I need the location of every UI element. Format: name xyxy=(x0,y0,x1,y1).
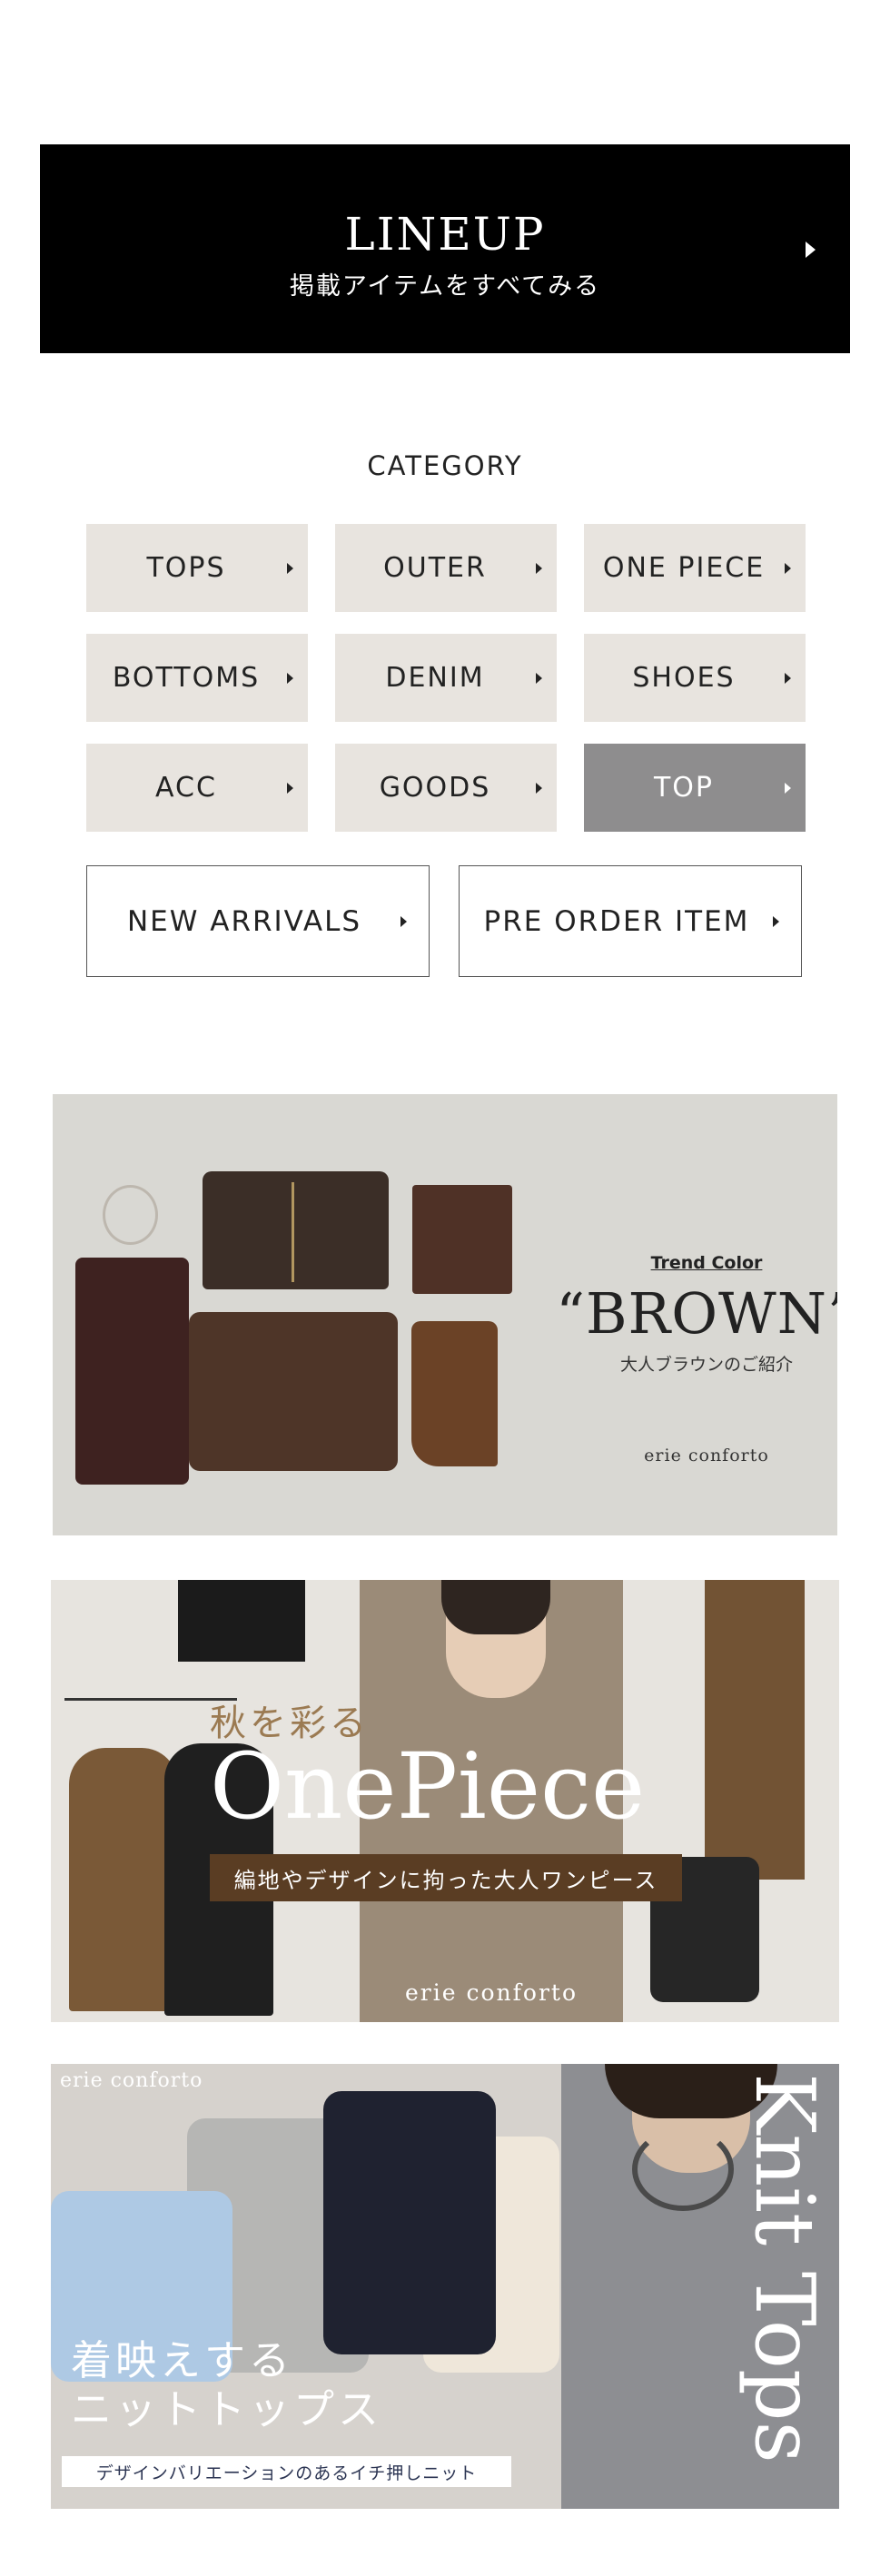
model-hair xyxy=(441,1580,550,1634)
brown-dress-image xyxy=(69,1748,178,2011)
category-one-piece-button[interactable]: ONE PIECE xyxy=(584,524,806,612)
category-label: SHOES xyxy=(632,662,736,694)
category-label: ACC xyxy=(155,772,217,804)
category-label: OUTER xyxy=(383,552,487,584)
lineup-subtitle: 掲載アイテムをすべてみる xyxy=(289,272,601,301)
knit-headline-line1: 着映えする xyxy=(71,2336,294,2384)
skirt-model-image xyxy=(705,1580,805,1880)
arrow-right-icon xyxy=(785,673,791,684)
leather-jacket-image xyxy=(203,1171,389,1289)
arrow-right-icon xyxy=(287,783,293,794)
category-top-button[interactable]: TOP xyxy=(584,744,806,832)
arrow-right-icon xyxy=(773,916,779,927)
boot-image xyxy=(411,1321,498,1466)
brand-name: erie conforto xyxy=(405,1979,578,2006)
category-label: DENIM xyxy=(385,662,485,694)
knit-tops-banner[interactable]: erie conforto 着映えする ニットトップス デザインバリエーションの… xyxy=(51,2064,839,2509)
onepiece-banner[interactable]: 秋を彩る OnePiece 編地やデザインに拘った大人ワンピース erie co… xyxy=(51,1580,839,2022)
brown-subline: 大人ブラウンのご紹介 xyxy=(619,1355,793,1375)
lineup-banner[interactable]: LINEUP 掲載アイテムをすべてみる xyxy=(40,144,850,353)
category-label: TOPS xyxy=(146,552,226,584)
onepiece-headline: OnePiece xyxy=(210,1733,646,1840)
arrow-right-icon xyxy=(806,242,816,258)
arrow-right-icon xyxy=(536,673,542,684)
category-bottoms-button[interactable]: BOTTOMS xyxy=(86,634,308,722)
knit-tops-title-text: Knit Tops xyxy=(737,2073,832,2463)
shorts-image xyxy=(412,1185,512,1294)
category-label: BOTTOMS xyxy=(112,662,261,694)
velvet-pants-image xyxy=(75,1258,189,1485)
category-heading: CATEGORY xyxy=(367,450,523,481)
onepiece-tagline: 編地やデザインに拘った大人ワンピース xyxy=(210,1854,682,1901)
brand-name: erie conforto xyxy=(644,1446,769,1466)
category-grid: TOPS OUTER ONE PIECE BOTTOMS DENIM SHOES… xyxy=(86,524,806,832)
skirt-image xyxy=(178,1580,305,1662)
knit-subline: デザインバリエーションのあるイチ押しニット xyxy=(62,2456,511,2487)
arrow-right-icon xyxy=(536,563,542,574)
brand-name: erie conforto xyxy=(60,2069,203,2092)
arrow-right-icon xyxy=(287,673,293,684)
arrow-right-icon xyxy=(287,563,293,574)
category-label: TOP xyxy=(653,772,715,804)
category-label: ONE PIECE xyxy=(602,552,766,584)
arrow-right-icon xyxy=(785,783,791,794)
knit-headline: 着映えする ニットトップス xyxy=(71,2336,382,2434)
new-arrivals-button[interactable]: NEW ARRIVALS xyxy=(86,865,430,977)
category-tops-button[interactable]: TOPS xyxy=(86,524,308,612)
arrow-right-icon xyxy=(536,783,542,794)
knit-headline-line2: ニットトップス xyxy=(71,2385,383,2433)
knit-tops-vertical-title: Knit Tops xyxy=(734,2073,834,2509)
pre-order-item-button[interactable]: PRE ORDER ITEM xyxy=(459,865,802,977)
category-acc-button[interactable]: ACC xyxy=(86,744,308,832)
category-label: GOODS xyxy=(379,772,491,804)
category-denim-button[interactable]: DENIM xyxy=(335,634,557,722)
arrow-right-icon xyxy=(400,916,407,927)
necklace-image xyxy=(632,2127,734,2211)
category-outer-button[interactable]: OUTER xyxy=(335,524,557,612)
pre-order-item-label: PRE ORDER ITEM xyxy=(483,904,750,938)
lineup-title: LINEUP xyxy=(344,208,546,261)
brown-headline: “BROWN” xyxy=(556,1280,837,1347)
category-shoes-button[interactable]: SHOES xyxy=(584,634,806,722)
trend-color-label: Trend Color xyxy=(650,1253,763,1273)
necklace-image xyxy=(103,1185,158,1245)
category-goods-button[interactable]: GOODS xyxy=(335,744,557,832)
fleece-jacket-image xyxy=(189,1312,398,1471)
brown-trend-banner[interactable]: Trend Color “BROWN” 大人ブラウンのご紹介 erie conf… xyxy=(53,1094,837,1535)
new-arrivals-label: NEW ARRIVALS xyxy=(126,904,362,938)
navy-cardigan-image xyxy=(323,2091,496,2354)
arrow-right-icon xyxy=(785,563,791,574)
